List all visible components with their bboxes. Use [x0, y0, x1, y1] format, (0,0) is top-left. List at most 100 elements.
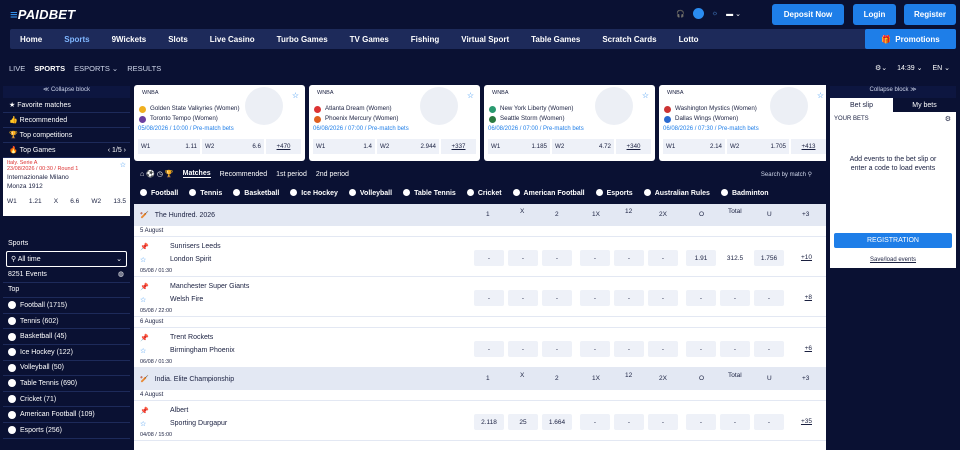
collapse-left[interactable]: ≪ Collapse block: [3, 86, 130, 98]
cricket-icon: [8, 395, 16, 404]
sport-tab-volleyball[interactable]: Volleyball: [349, 189, 392, 197]
sport-tab-basketball[interactable]: Basketball: [233, 189, 279, 197]
match-row[interactable]: 📌 ☆ Sunrisers Leeds London Spirit 05/08 / …: [134, 237, 826, 277]
sport-ice-hockey[interactable]: Ice Hockey (122): [3, 345, 130, 361]
featured-card[interactable]: ☆ WNBA Washington Mystics (Women) Dallas…: [659, 85, 826, 161]
sport-tab-football[interactable]: Football: [140, 189, 178, 197]
sport-cricket[interactable]: Cricket (71): [3, 392, 130, 408]
sport-football[interactable]: Football (1715): [3, 298, 130, 314]
theme-toggle-icon[interactable]: [692, 8, 704, 19]
sport-esports[interactable]: Esports (256): [3, 423, 130, 439]
sport-tab-american-football[interactable]: American Football: [513, 189, 585, 197]
nav-sports[interactable]: Sports: [64, 35, 89, 44]
nav-table-games[interactable]: Table Games: [531, 35, 580, 44]
sub-nav: LIVE SPORTS ESPORTS ⌄ RESULTS: [0, 58, 960, 78]
star-icon[interactable]: ☆: [140, 420, 146, 428]
nav-virtual-sport[interactable]: Virtual Sport: [461, 35, 509, 44]
pin-icon[interactable]: 📌: [140, 407, 149, 415]
nav-slots[interactable]: Slots: [168, 35, 188, 44]
sport-tab-tennis[interactable]: Tennis: [189, 189, 222, 197]
sport-volleyball[interactable]: Volleyball (50): [3, 361, 130, 377]
top-game-card[interactable]: Italy. Serie A 23/08/2026 / 00:30 / Roun…: [3, 158, 130, 216]
sport-tab-esports[interactable]: Esports: [596, 189, 633, 197]
uk-flag-icon[interactable]: ▬ ⌄: [726, 10, 741, 18]
sport-basketball[interactable]: Basketball (45): [3, 329, 130, 345]
tg-date: 23/08/2026 / 00:30 / Round 1: [7, 166, 79, 172]
tab-recommended[interactable]: Recommended: [220, 171, 267, 178]
star-icon[interactable]: ☆: [467, 91, 474, 100]
match-row[interactable]: 📌 ☆ Trent Rockets Birmingham Phoenix 06/08…: [134, 328, 826, 368]
sun-icon[interactable]: ☼: [712, 10, 718, 17]
sport-tab-ice-hockey[interactable]: Ice Hockey: [290, 189, 338, 197]
register-button[interactable]: Register: [904, 4, 956, 25]
nav-lotto[interactable]: Lotto: [679, 35, 699, 44]
star-icon[interactable]: ☆: [140, 256, 146, 264]
tab-live[interactable]: LIVE: [9, 64, 25, 73]
tab-sports[interactable]: SPORTS: [34, 64, 65, 73]
star-icon[interactable]: ☆: [642, 91, 649, 100]
pin-icon[interactable]: 📌: [140, 243, 149, 251]
deposit-button[interactable]: Deposit Now: [772, 4, 844, 25]
league-header[interactable]: 🏏 The Hundred. 2026 1 X 2 1X 12 2X O Total U +3: [134, 204, 826, 226]
star-icon[interactable]: ☆: [292, 91, 299, 100]
tab-my-bets[interactable]: My bets: [893, 98, 956, 112]
tab-2nd-period[interactable]: 2nd period: [316, 171, 349, 178]
sport-tab-badminton[interactable]: Badminton: [721, 189, 769, 197]
star-icon[interactable]: ☆: [120, 161, 126, 169]
nav-turbo-games[interactable]: Turbo Games: [277, 35, 328, 44]
sport-table-tennis[interactable]: Table Tennis (690): [3, 376, 130, 392]
save-load-events-link[interactable]: Save/load events: [830, 257, 956, 263]
gear-icon[interactable]: ⚙: [945, 115, 951, 123]
tg-odds[interactable]: W1 1.21 X 6.6 W2 13.5: [7, 198, 126, 205]
featured-card[interactable]: ☆ WNBA Golden State Valkyries (Women) To…: [134, 85, 305, 161]
login-button[interactable]: Login: [853, 4, 896, 25]
nav-scratch-cards[interactable]: Scratch Cards: [602, 35, 656, 44]
match-search-input[interactable]: Search by match ⚲: [761, 171, 812, 178]
paidbet-logo[interactable]: ≡PAIDBET: [10, 7, 75, 22]
featured-cards: ☆ WNBA Golden State Valkyries (Women) To…: [134, 85, 826, 162]
nav-home[interactable]: Home: [20, 35, 42, 44]
tab-esports[interactable]: ESPORTS ⌄: [74, 64, 118, 73]
sport-tennis[interactable]: Tennis (602): [3, 314, 130, 330]
sport-tab-australian-rules[interactable]: Australian Rules: [644, 189, 710, 197]
registration-button[interactable]: REGISTRATION: [834, 233, 952, 248]
league-header[interactable]: 🏏 India. Elite Championship 1 X 2 1X 12 2X O To…: [134, 368, 826, 390]
sport-american-football[interactable]: American Football (109): [3, 407, 130, 423]
time-filter-select[interactable]: ⚲ All time ⌄: [6, 251, 127, 267]
featured-card[interactable]: ☆ WNBA Atlanta Dream (Women) Phoenix Mer…: [309, 85, 480, 161]
tab-matches[interactable]: Matches: [182, 170, 211, 178]
filter-icon: ⚲: [11, 256, 18, 263]
settings-icon[interactable]: ⚙⌄: [875, 64, 887, 72]
top-competitions[interactable]: 🏆 Top competitions: [3, 128, 130, 143]
tab-bet-slip[interactable]: Bet slip: [830, 98, 893, 112]
nav-live-casino[interactable]: Live Casino: [210, 35, 255, 44]
collapse-right[interactable]: Collapse block ≫: [830, 86, 956, 98]
tab-1st-period[interactable]: 1st period: [276, 171, 307, 178]
recommended[interactable]: 👍 Recommended: [3, 113, 130, 128]
star-icon[interactable]: ☆: [140, 347, 146, 355]
star-icon[interactable]: ☆: [140, 296, 146, 304]
favorite-matches[interactable]: ★ Favorite matches: [3, 98, 130, 113]
featured-card[interactable]: ☆ WNBA New York Liberty (Women) Seattle …: [484, 85, 655, 161]
clock-display[interactable]: 14:39 ⌄: [897, 64, 922, 72]
nav-fishing[interactable]: Fishing: [411, 35, 439, 44]
star-icon[interactable]: ☆: [817, 91, 824, 100]
match-row[interactable]: 📌 ☆ Albert Sporting Durgapur 04/08 / 15:00…: [134, 401, 826, 441]
home-icon[interactable]: ⌂ ⚽ ◷ 🏆: [140, 170, 174, 178]
nav-tv-games[interactable]: TV Games: [350, 35, 389, 44]
pin-icon[interactable]: 📌: [140, 283, 149, 291]
tab-results[interactable]: RESULTS: [127, 64, 161, 73]
sport-tab-cricket[interactable]: Cricket: [467, 189, 502, 197]
top-games-pager[interactable]: ‹ 1/5 ›: [108, 147, 126, 154]
hockey-icon: [8, 348, 16, 357]
promotions-button[interactable]: 🎁 Promotions: [865, 29, 956, 49]
language-select[interactable]: EN ⌄: [932, 64, 950, 72]
sport-tab-table-tennis[interactable]: Table Tennis: [403, 189, 456, 197]
pin-icon[interactable]: 📌: [140, 334, 149, 342]
headset-icon[interactable]: 🎧: [676, 10, 685, 18]
match-row[interactable]: 📌 ☆ Manchester Super Giants Welsh Fire 05/…: [134, 277, 826, 317]
sports-title: Sports: [8, 240, 29, 247]
day-header: 6 August: [134, 317, 826, 328]
nav-9wickets[interactable]: 9Wickets: [112, 35, 147, 44]
right-controls: ⚙⌄ 14:39 ⌄ EN ⌄: [875, 64, 950, 72]
